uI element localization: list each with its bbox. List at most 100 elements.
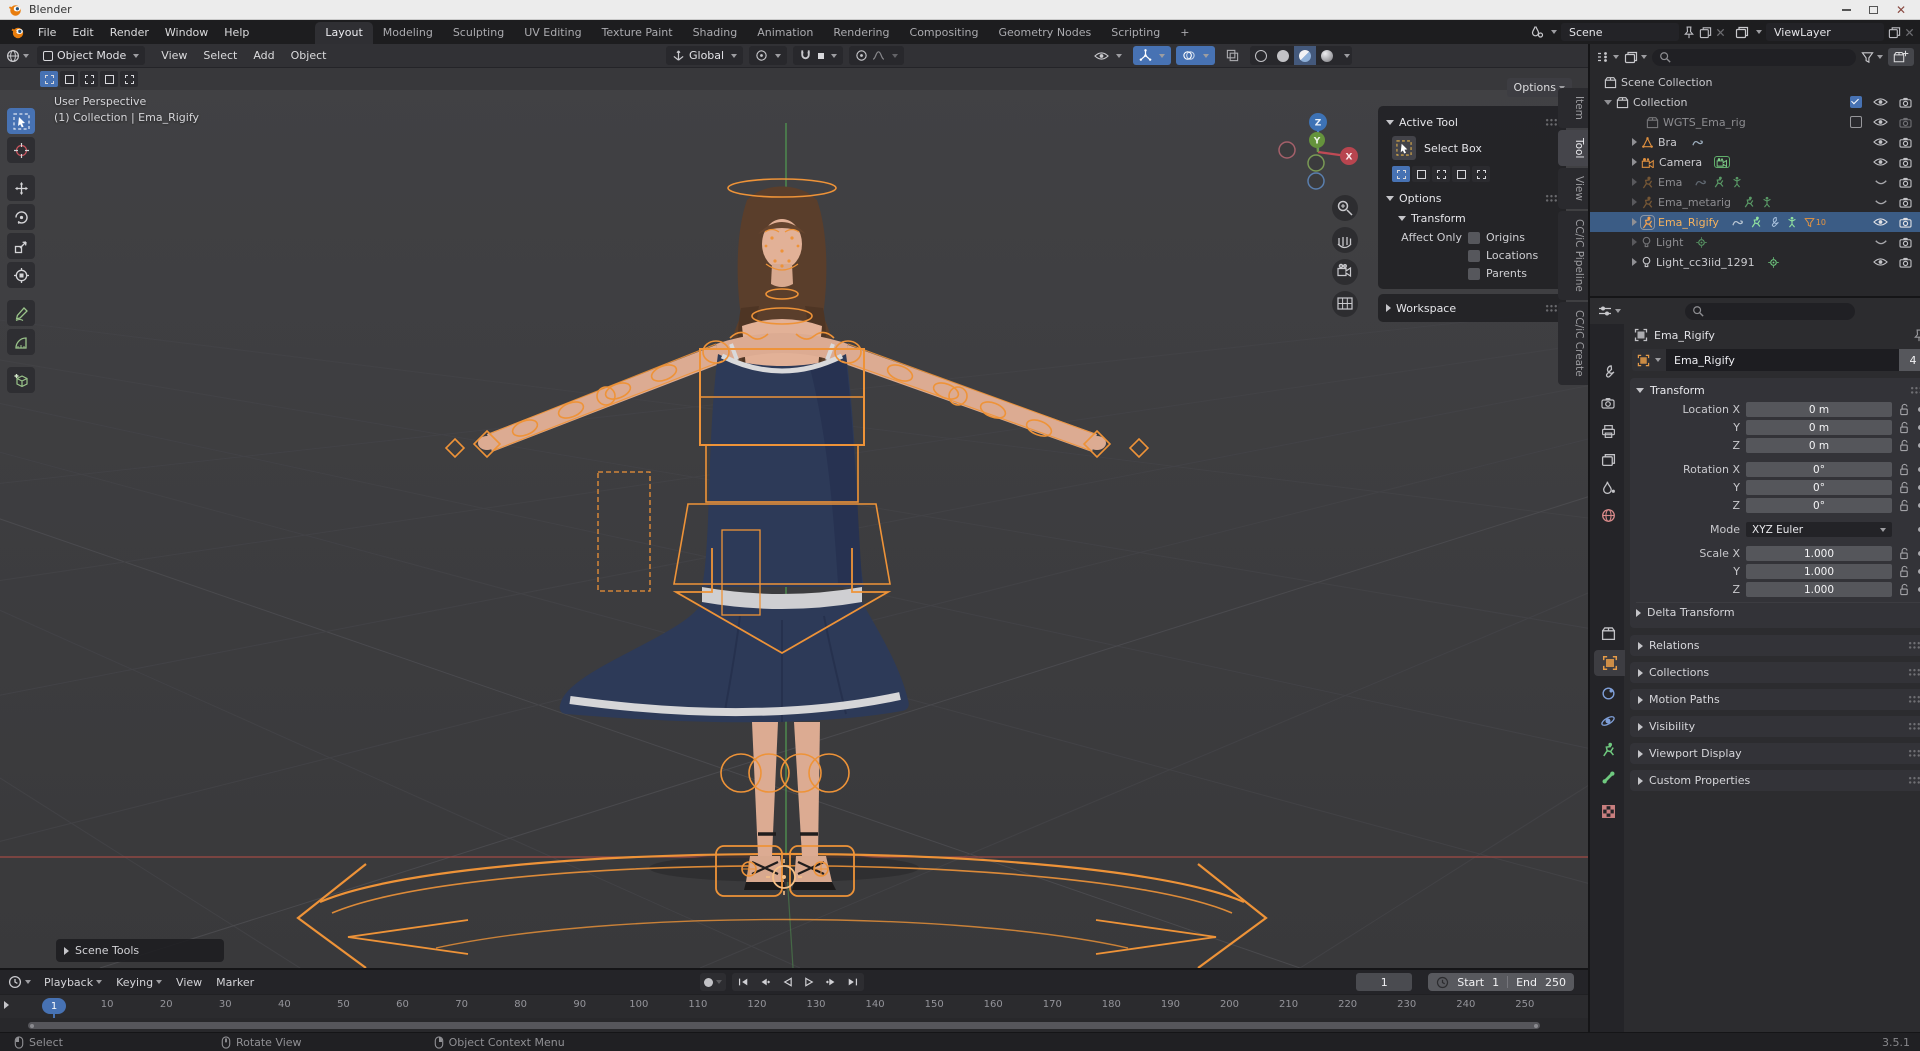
snap-toggle[interactable] [793,46,844,65]
shading-dropdown[interactable] [1338,46,1352,65]
end-value[interactable]: 250 [1545,976,1566,989]
orthographic-toggle-button[interactable] [1332,291,1358,317]
output-properties-tab[interactable] [1593,418,1623,444]
shading-rendered-button[interactable] [1316,46,1338,65]
expand-icon[interactable] [1632,158,1637,166]
pin-icon[interactable] [1913,329,1920,342]
frame-tick[interactable]: 120 [747,999,766,1010]
world-properties-tab[interactable] [1593,502,1623,528]
lock-icon[interactable] [1898,583,1910,596]
lock-icon[interactable] [1898,463,1910,476]
timeline-view-menu[interactable]: View [169,976,209,989]
viewport-3d[interactable]: Z Y X User Perspective (1) Collection | … [0,68,1588,968]
menu-render[interactable]: Render [102,26,157,39]
outliner-row-ema-rigify[interactable]: Ema_Rigify 10 [1590,212,1920,232]
tool-annotate[interactable] [7,300,35,326]
drag-dots-icon[interactable] [1908,695,1920,704]
parents-checkbox[interactable] [1468,267,1480,280]
lock-icon[interactable] [1898,439,1910,452]
tool-add-cube[interactable] [7,367,35,393]
frame-tick[interactable]: 30 [219,999,232,1010]
hide-eye-icon[interactable] [1873,157,1888,167]
frame-tick[interactable]: 220 [1338,999,1357,1010]
hide-eye-icon[interactable] [1873,137,1888,147]
custom-properties-panel[interactable]: Custom Properties [1630,770,1920,791]
timeline-scrollbar[interactable] [28,1022,1540,1029]
zoom-button[interactable] [1332,195,1358,221]
bone-properties-tab[interactable] [1593,764,1623,790]
editor-type-icon[interactable] [6,49,29,63]
tab-uv-editing[interactable]: UV Editing [514,22,591,44]
maximize-icon[interactable] [1868,5,1878,14]
tool-scale[interactable] [7,233,35,259]
select-box-tool-icon[interactable] [1392,136,1416,160]
tool-transform[interactable] [7,262,35,288]
frame-tick[interactable]: 80 [514,999,527,1010]
drag-dots-icon[interactable] [1908,722,1920,731]
properties-editor-icon[interactable] [1598,304,1621,318]
drag-dots-icon[interactable] [1545,193,1558,203]
hide-eye-icon[interactable] [1873,117,1888,127]
scale-z-value[interactable]: 1.000 [1746,582,1892,597]
origins-checkbox[interactable] [1468,231,1480,244]
pan-hand-button[interactable] [1332,227,1358,253]
scene-tools-panel[interactable]: Scene Tools [56,939,224,962]
tab-rendering[interactable]: Rendering [823,22,899,44]
expand-icon[interactable] [1632,258,1637,266]
tab-ccic-pipeline[interactable]: CC/iC Pipeline [1558,211,1588,301]
outliner-row-light[interactable]: Light [1590,232,1920,252]
menu-file[interactable]: File [30,26,64,39]
outliner-row-ema[interactable]: Ema [1590,172,1920,192]
select-mode-extend[interactable] [60,71,78,87]
frame-tick[interactable]: 20 [160,999,173,1010]
drag-dots-icon[interactable] [1545,117,1558,127]
drag-dots-icon[interactable] [1908,749,1920,758]
lock-icon[interactable] [1898,403,1910,416]
expand-icon[interactable] [1632,178,1637,186]
expand-icon[interactable] [1632,218,1637,226]
jump-to-end-button[interactable] [842,973,864,991]
rotation-y-value[interactable]: 0° [1746,480,1892,495]
texture-properties-tab[interactable] [1593,798,1623,824]
menu-edit[interactable]: Edit [64,26,101,39]
pivot-point-dropdown[interactable] [749,46,788,65]
axis-neg-y[interactable] [1307,154,1325,172]
render-properties-tab[interactable] [1593,390,1623,416]
tab-texture-paint[interactable]: Texture Paint [592,22,683,44]
id-type-dropdown[interactable] [1632,349,1666,371]
xray-toggle[interactable] [1220,46,1245,65]
select-mode-subtract[interactable] [1432,166,1450,182]
keying-menu[interactable]: Keying [109,976,169,989]
frame-tick[interactable]: 190 [1161,999,1180,1010]
play-reverse-button[interactable] [776,973,798,991]
tab-modeling[interactable]: Modeling [373,22,443,44]
shading-solid-button[interactable] [1272,46,1294,65]
outliner-row-light-cc3iid[interactable]: Light_cc3iid_1291 [1590,252,1920,272]
delta-transform-panel[interactable]: Delta Transform [1636,602,1920,622]
expand-channel-icon[interactable] [4,1001,9,1009]
frame-tick[interactable]: 90 [573,999,586,1010]
view-layer-selector[interactable]: ViewLayer [1735,23,1914,41]
tool-properties-tab[interactable] [1593,358,1623,384]
expand-icon[interactable] [1632,198,1637,206]
frame-tick[interactable]: 100 [629,999,648,1010]
select-mode-subtract[interactable] [80,71,98,87]
start-value[interactable]: 1 [1492,976,1499,989]
outliner-display-mode[interactable] [1596,50,1619,64]
expand-icon[interactable] [1632,138,1637,146]
gizmos-toggle[interactable] [1133,46,1171,65]
motion-paths-panel[interactable]: Motion Paths [1630,689,1920,710]
collections-panel[interactable]: Collections [1630,662,1920,683]
frame-tick[interactable]: 250 [1515,999,1534,1010]
tool-cursor[interactable] [7,137,35,163]
frame-tick[interactable]: 150 [925,999,944,1010]
copy-icon[interactable] [1699,26,1712,39]
frame-tick[interactable]: 10 [101,999,114,1010]
visibility-panel[interactable]: Visibility [1630,716,1920,737]
frame-tick[interactable]: 130 [806,999,825,1010]
current-frame-field[interactable]: 1 [1356,973,1413,991]
lock-icon[interactable] [1898,421,1910,434]
active-tool-row[interactable]: Select Box [1392,136,1558,160]
tab-animation[interactable]: Animation [747,22,823,44]
tool-move[interactable] [7,175,35,201]
